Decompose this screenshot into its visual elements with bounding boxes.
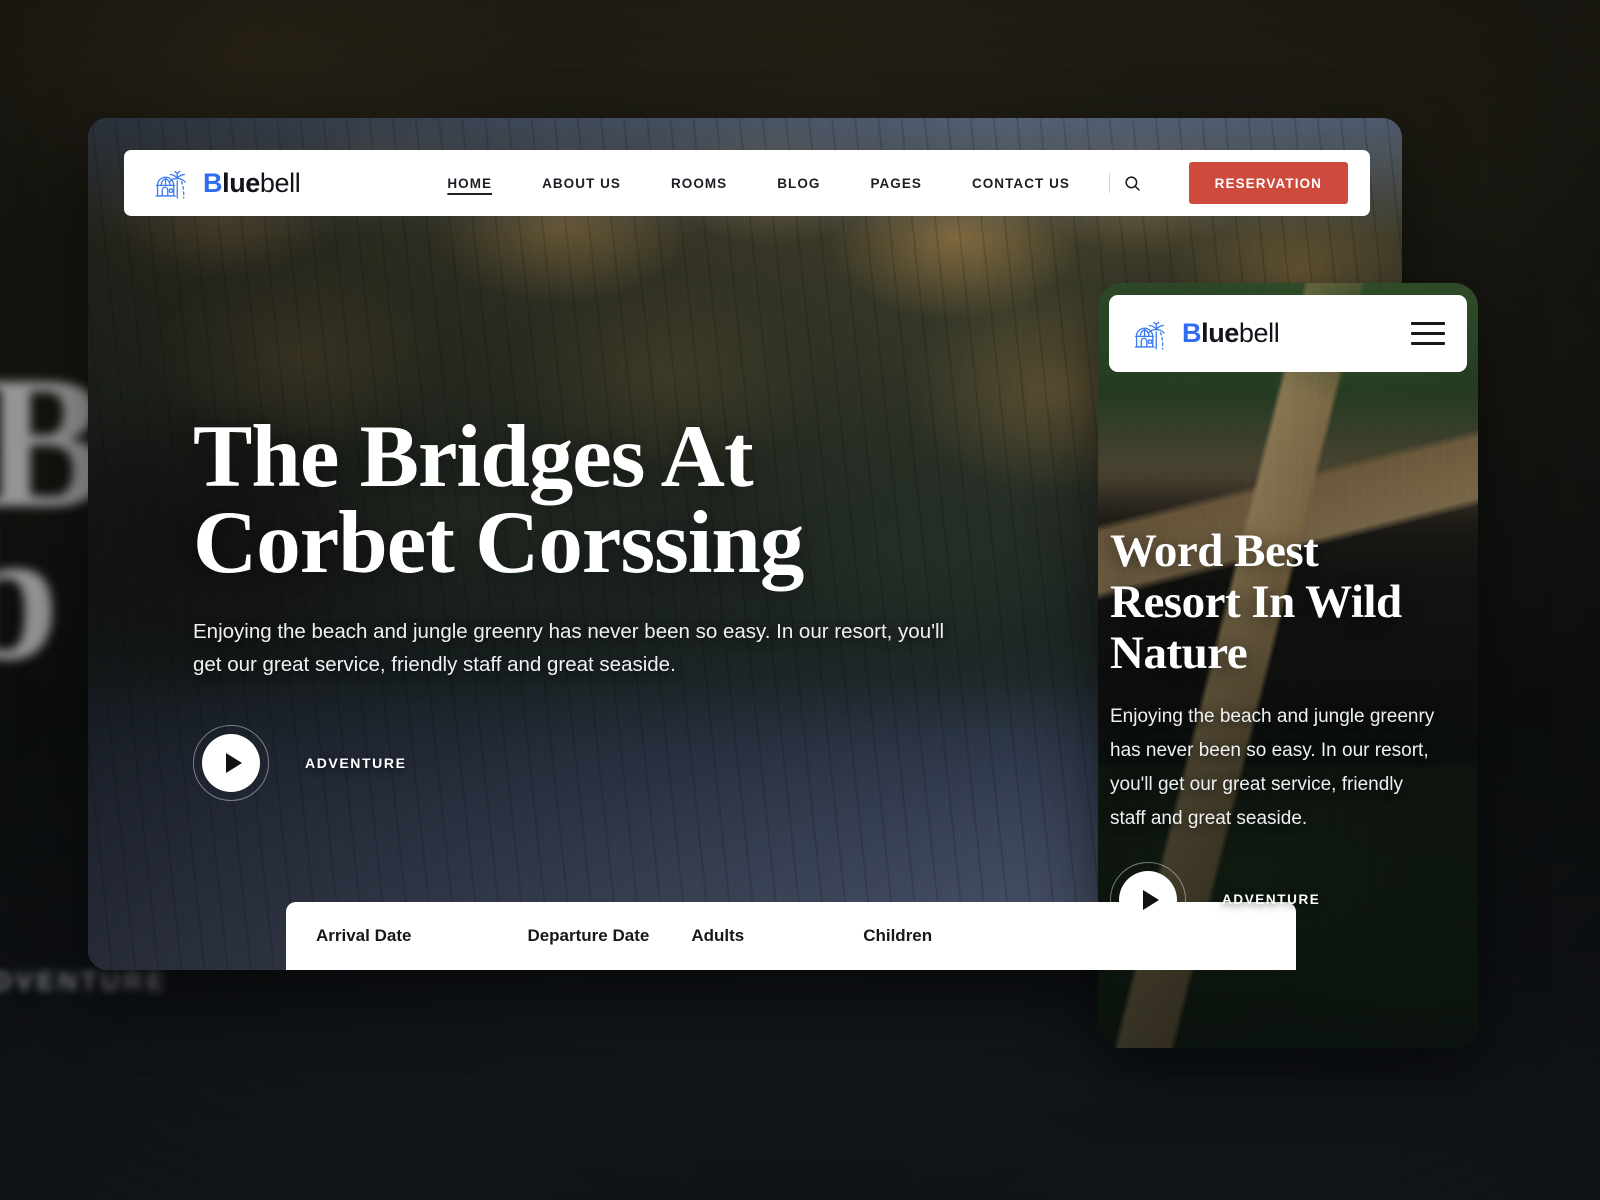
desktop-hero-content: The Bridges At Corbet Corssing Enjoying … xyxy=(193,408,1033,802)
mobile-brand-logo-lue: lue xyxy=(1201,318,1239,348)
desktop-main-menu: HOME ABOUT US ROOMS BLOG PAGES CONTACT U… xyxy=(422,166,1150,200)
mobile-navbar: Bluebell xyxy=(1109,295,1467,372)
hut-palm-logo-icon xyxy=(1133,318,1171,350)
mobile-preview-card: Bluebell Word Best Resort In Wild Nature… xyxy=(1098,283,1478,1048)
play-icon[interactable] xyxy=(193,725,269,802)
background-ghost-text-line2: b xyxy=(0,490,60,700)
mobile-brand-logo[interactable]: Bluebell xyxy=(1133,318,1280,350)
brand-logo-text: Bluebell xyxy=(203,167,301,198)
nav-item-pages[interactable]: PAGES xyxy=(845,176,947,191)
hut-palm-logo-icon xyxy=(154,167,192,199)
booking-field-adults[interactable]: Adults xyxy=(691,926,744,946)
play-ring xyxy=(193,725,269,802)
mobile-hero-title-line2: Resort In Wild xyxy=(1110,575,1402,628)
mobile-brand-logo-bell: bell xyxy=(1238,318,1280,348)
mobile-brand-logo-text: Bluebell xyxy=(1182,318,1280,348)
mobile-hero-title-line1: Word Best xyxy=(1110,525,1319,577)
desktop-play-label: ADVENTURE xyxy=(305,755,407,772)
hamburger-menu-icon[interactable] xyxy=(1411,321,1445,346)
booking-field-children[interactable]: Children xyxy=(863,926,932,946)
nav-item-rooms[interactable]: ROOMS xyxy=(646,176,752,191)
reservation-button[interactable]: RESERVATION xyxy=(1188,162,1348,204)
nav-item-home[interactable]: HOME xyxy=(422,176,517,191)
hamburger-bar-2 xyxy=(1411,331,1445,336)
search-icon[interactable] xyxy=(1116,166,1150,200)
brand-logo-lue: lue xyxy=(222,167,260,198)
booking-field-arrival-date[interactable]: Arrival Date xyxy=(316,926,411,946)
hamburger-bar-1 xyxy=(1411,321,1445,325)
mobile-brand-logo-b: B xyxy=(1182,318,1202,348)
nav-item-blog[interactable]: BLOG xyxy=(752,176,845,191)
mobile-hero-title-line3: Nature xyxy=(1110,626,1248,679)
nav-item-contact-us[interactable]: CONTACT US xyxy=(947,176,1095,191)
mobile-play-label: ADVENTURE xyxy=(1222,892,1321,907)
nav-divider xyxy=(1108,173,1110,193)
desktop-navbar: Bluebell HOME ABOUT US ROOMS BLOG PAGES … xyxy=(124,150,1370,216)
brand-logo-bell: bell xyxy=(259,167,301,198)
booking-field-departure-date[interactable]: Departure Date xyxy=(527,926,649,946)
desktop-hero-title-line1: The Bridges At xyxy=(193,408,754,506)
brand-logo-b: B xyxy=(203,167,223,198)
hamburger-bar-3 xyxy=(1411,342,1445,346)
desktop-hero-title-line2: Corbet Corssing xyxy=(193,494,804,593)
background-ghost-label: ADVENTURE xyxy=(0,966,168,996)
nav-item-about-us[interactable]: ABOUT US xyxy=(517,176,646,191)
play-icon[interactable] xyxy=(1110,861,1186,938)
mobile-play-row: ADVENTURE xyxy=(1110,861,1460,938)
play-ring xyxy=(1110,861,1186,938)
mobile-hero-subtitle: Enjoying the beach and jungle greenry ha… xyxy=(1110,706,1435,829)
mobile-hero-content: Word Best Resort In Wild Nature Enjoying… xyxy=(1110,526,1460,938)
desktop-play-row: ADVENTURE xyxy=(193,725,1033,802)
brand-logo[interactable]: Bluebell xyxy=(154,167,301,199)
desktop-hero-subtitle: Enjoying the beach and jungle greenry ha… xyxy=(193,619,945,676)
